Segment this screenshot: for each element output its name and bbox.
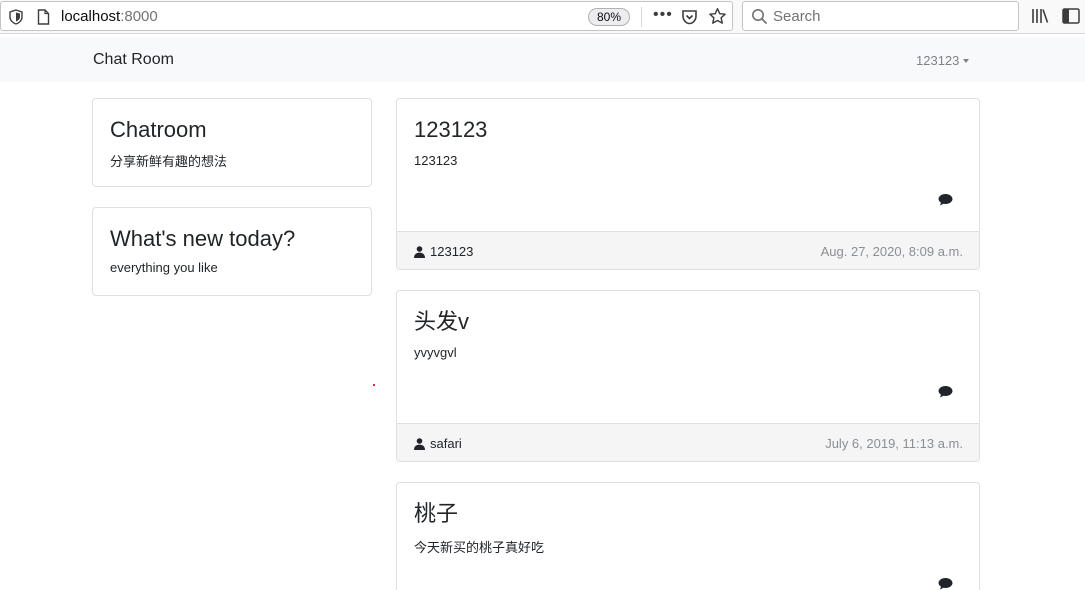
sidebar-card-chatroom: Chatroom 分享新鲜有趣的想法	[92, 98, 372, 187]
bookmark-star-icon[interactable]	[708, 7, 727, 26]
site-navbar: Chat Room 123123	[0, 37, 1085, 82]
shield-icon[interactable]	[9, 9, 23, 25]
url-text[interactable]: localhost:8000	[61, 8, 158, 25]
post-author[interactable]: 123123	[414, 244, 473, 259]
user-dropdown[interactable]: 123123	[916, 53, 970, 68]
comment-icon[interactable]	[938, 385, 953, 398]
post-card[interactable]: 123123 123123 123123 Aug. 27, 2020, 8:09…	[396, 98, 980, 270]
address-bar[interactable]: localhost:8000 80% •••	[0, 1, 733, 31]
post-card[interactable]: 头发v yvyvgvl safari July 6, 2019, 11:13 a…	[396, 290, 980, 462]
post-footer: safari July 6, 2019, 11:13 a.m.	[397, 423, 979, 461]
post-footer: 123123 Aug. 27, 2020, 8:09 a.m.	[397, 231, 979, 269]
post-content: yvyvgvl	[414, 345, 457, 360]
sidebar-card-title: What's new today?	[110, 226, 296, 251]
post-author[interactable]: safari	[414, 436, 462, 451]
library-icon[interactable]	[1031, 8, 1049, 24]
comment-icon[interactable]	[938, 193, 953, 206]
post-body: 头发v yvyvgvl	[397, 291, 979, 423]
pocket-icon[interactable]	[681, 9, 698, 25]
sidebar-card-title: Chatroom	[110, 117, 207, 142]
post-content: 今天新买的桃子真好吃	[414, 540, 545, 555]
post-title[interactable]: 头发v	[414, 309, 962, 335]
zoom-level-badge[interactable]: 80%	[588, 8, 630, 26]
browser-toolbar: localhost:8000 80% •••	[0, 0, 1085, 34]
address-bar-divider	[641, 7, 642, 27]
post-author-name: 123123	[430, 244, 474, 259]
sidebar-card-text: 分享新鲜有趣的想法	[110, 154, 228, 169]
user-name: 123123	[916, 53, 960, 68]
post-content: 123123	[414, 153, 458, 168]
search-box[interactable]	[742, 1, 1019, 31]
page-icon	[37, 9, 50, 25]
post-date: July 6, 2019, 11:13 a.m.	[825, 436, 963, 451]
user-icon	[414, 245, 425, 258]
post-body: 桃子 今天新买的桃子真好吃	[397, 483, 979, 590]
sidebar-card-whats-new: What's new today? everything you like	[92, 207, 372, 296]
sidebar-card-text: everything you like	[110, 260, 218, 275]
post-title[interactable]: 桃子	[414, 501, 962, 527]
navbar-brand[interactable]: Chat Room	[93, 51, 174, 69]
user-icon	[414, 437, 425, 450]
sidebar-toggle-icon[interactable]	[1062, 8, 1080, 24]
page-actions-menu-icon[interactable]: •••	[653, 6, 673, 24]
search-input[interactable]	[773, 6, 1003, 26]
post-author-name: safari	[430, 436, 462, 451]
caret-down-icon	[963, 58, 970, 63]
search-icon	[752, 9, 768, 25]
url-host: localhost	[61, 8, 121, 25]
post-title[interactable]: 123123	[414, 117, 962, 143]
post-card[interactable]: 桃子 今天新买的桃子真好吃	[396, 482, 980, 590]
post-body: 123123 123123	[397, 99, 979, 231]
url-port: :8000	[120, 8, 158, 25]
post-date: Aug. 27, 2020, 8:09 a.m.	[820, 244, 963, 259]
comment-icon[interactable]	[938, 577, 953, 590]
stray-dot	[373, 384, 375, 386]
